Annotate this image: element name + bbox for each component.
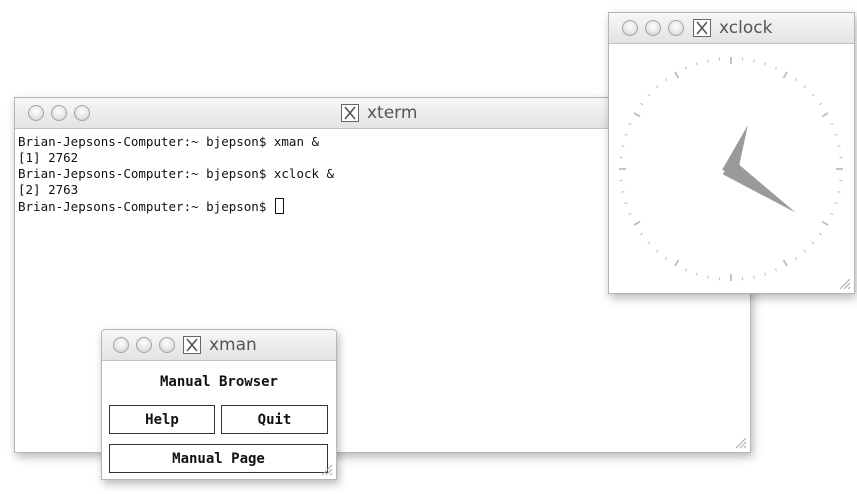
minute-hand (722, 159, 796, 213)
clock-minute-tick (655, 85, 659, 89)
clock-hour-tick (633, 112, 641, 118)
clock-minute-tick (830, 212, 834, 216)
clock-minute-tick (707, 59, 709, 63)
clock-minute-tick (794, 256, 798, 260)
clock-minute-tick (774, 268, 778, 272)
clock-minute-tick (647, 241, 651, 245)
xman-titlebar[interactable]: xman (102, 330, 336, 361)
close-button[interactable] (622, 20, 638, 36)
xclock-title-text: xclock (719, 18, 773, 38)
x-logo-icon (341, 104, 359, 122)
clock-minute-tick (664, 78, 668, 82)
clock-minute-tick (628, 122, 632, 126)
clock-minute-tick (818, 102, 822, 106)
close-button[interactable] (28, 105, 44, 121)
clock-minute-tick (818, 232, 822, 236)
manual-page-button[interactable]: Manual Page (109, 444, 328, 473)
clock-face (619, 57, 843, 281)
close-button[interactable] (113, 337, 129, 353)
minimize-button[interactable] (51, 105, 67, 121)
minimize-button[interactable] (645, 20, 661, 36)
minimize-button[interactable] (136, 337, 152, 353)
x-logo-icon (183, 336, 201, 354)
clock-minute-tick (707, 275, 709, 279)
clock-minute-tick (684, 268, 688, 272)
clock-minute-tick (647, 93, 651, 97)
xman-body: Manual Browser Help Quit Manual Page (102, 361, 336, 480)
clock-hour-tick (782, 259, 788, 267)
clock-minute-tick (764, 62, 767, 66)
quit-button[interactable]: Quit (221, 405, 328, 434)
terminal-prompt: Brian-Jepsons-Computer:~ bjepson$ (18, 199, 274, 214)
xterm-title-text: xterm (367, 103, 418, 123)
clock-minute-tick (803, 85, 807, 89)
clock-minute-tick (695, 62, 698, 66)
clock-hour-tick (821, 220, 829, 226)
clock-minute-tick (794, 78, 798, 82)
clock-minute-tick (621, 145, 625, 147)
clock-minute-tick (753, 59, 755, 63)
clock-minute-tick (640, 232, 644, 236)
text-cursor (274, 198, 284, 214)
clock-minute-tick (664, 256, 668, 260)
xman-window[interactable]: xman Manual Browser Help Quit Manual Pag… (101, 329, 337, 480)
clock-minute-tick (628, 212, 632, 216)
xman-title: xman (183, 330, 257, 360)
clock-minute-tick (655, 249, 659, 253)
clock-minute-tick (695, 272, 698, 276)
clock-minute-tick (774, 66, 778, 70)
clock-minute-tick (621, 191, 625, 193)
zoom-button[interactable] (159, 337, 175, 353)
clock-minute-tick (764, 272, 767, 276)
clock-minute-tick (753, 275, 755, 279)
xman-title-text: xman (209, 335, 257, 355)
clock-hour-tick (633, 220, 641, 226)
clock-minute-tick (837, 145, 841, 147)
help-button[interactable]: Help (109, 405, 215, 434)
clock-minute-tick (834, 133, 838, 136)
clock-hour-tick (821, 112, 829, 118)
xclock-titlebar[interactable]: xclock (609, 13, 854, 44)
clock-minute-tick (830, 122, 834, 126)
resize-grip-icon[interactable] (733, 435, 747, 449)
xclock-window[interactable]: xclock (608, 12, 855, 294)
clock-minute-tick (640, 102, 644, 106)
clock-minute-tick (837, 191, 841, 193)
clock-minute-tick (834, 202, 838, 205)
clock-minute-tick (811, 241, 815, 245)
x-logo-icon (693, 19, 711, 37)
clock-minute-tick (684, 66, 688, 70)
zoom-button[interactable] (668, 20, 684, 36)
resize-grip-icon[interactable] (837, 276, 851, 290)
clock-minute-tick (811, 93, 815, 97)
clock-minute-tick (803, 249, 807, 253)
clock-hour-tick (674, 71, 680, 79)
resize-grip-icon[interactable] (319, 462, 333, 476)
xclock-title: xclock (693, 13, 772, 43)
manual-browser-label: Manual Browser (159, 374, 278, 390)
clock-minute-tick (624, 202, 628, 205)
xterm-title: xterm (341, 98, 417, 128)
clock-hour-tick (674, 259, 680, 267)
zoom-button[interactable] (74, 105, 90, 121)
clock-hour-tick (782, 71, 788, 79)
clock-minute-tick (624, 133, 628, 136)
